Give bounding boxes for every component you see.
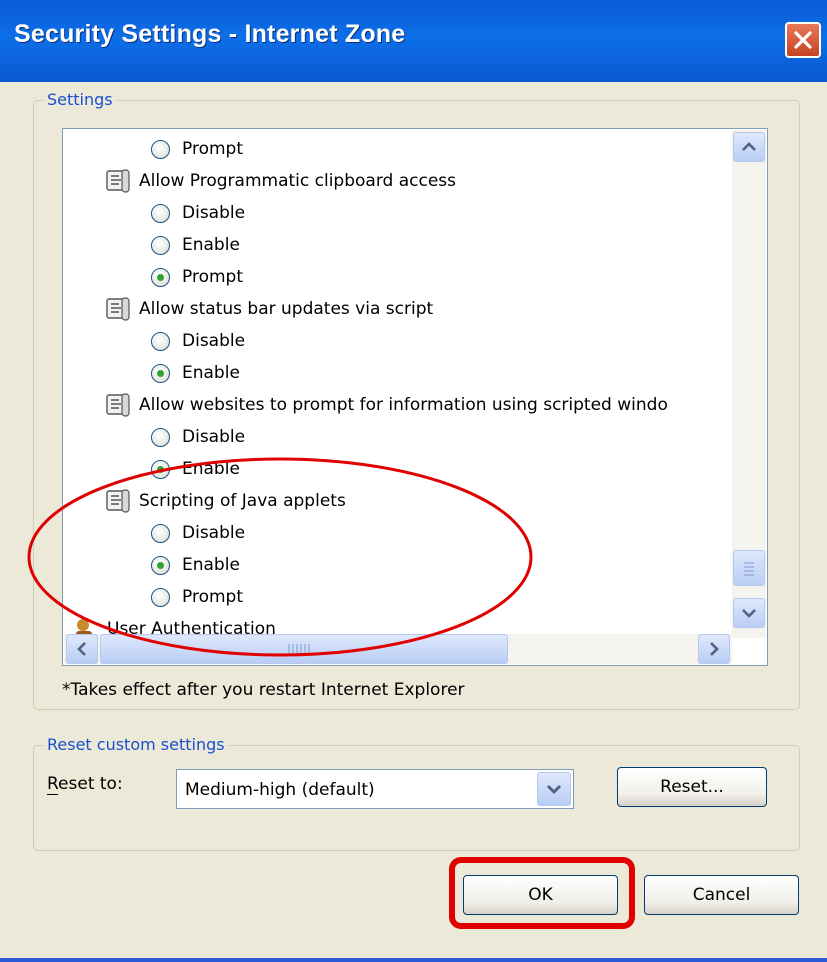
row-label: Prompt xyxy=(182,587,243,607)
horizontal-scroll-thumb[interactable] xyxy=(100,634,508,664)
settings-group-label: Settings xyxy=(43,90,117,109)
radio-checked[interactable] xyxy=(151,267,170,287)
radio-option[interactable]: Disable xyxy=(151,199,245,227)
settings-list[interactable]: Prompt Allow Programmatic clipboard acces… xyxy=(62,128,768,666)
chevron-right-icon xyxy=(710,642,719,656)
settings-scroll-icon xyxy=(103,295,133,323)
row-label: Disable xyxy=(182,427,246,447)
reset-level-dropdown[interactable]: Medium-high (default) xyxy=(176,769,574,809)
row-label: Disable xyxy=(182,203,246,223)
cancel-button[interactable]: Cancel xyxy=(644,875,799,915)
row-label: Enable xyxy=(182,235,240,255)
radio-unchecked[interactable] xyxy=(151,587,170,607)
scroll-left-button[interactable] xyxy=(66,634,98,664)
horizontal-scrollbar[interactable] xyxy=(64,634,732,664)
row-label: Allow status bar updates via script xyxy=(139,299,434,319)
chevron-down-icon xyxy=(742,609,756,618)
restart-note: *Takes effect after you restart Internet… xyxy=(62,680,465,700)
scroll-up-button[interactable] xyxy=(733,132,765,162)
row-label: Allow Programmatic clipboard access xyxy=(139,171,456,191)
dropdown-button[interactable] xyxy=(537,772,571,806)
radio-unchecked[interactable] xyxy=(151,331,170,351)
reset-to-label: Reset to: xyxy=(47,774,123,794)
radio-option[interactable]: Enable xyxy=(151,551,240,579)
window-bottom-border xyxy=(0,958,827,962)
chevron-up-icon xyxy=(742,142,756,151)
cancel-button-label: Cancel xyxy=(692,885,751,905)
radio-option[interactable]: Prompt xyxy=(151,263,243,291)
row-label: Allow websites to prompt for information… xyxy=(139,395,668,415)
radio-option[interactable]: Enable xyxy=(151,359,240,387)
radio-option[interactable]: Enable xyxy=(151,231,240,259)
ok-button[interactable]: OK xyxy=(463,875,618,915)
scroll-down-button[interactable] xyxy=(733,598,765,628)
radio-unchecked[interactable] xyxy=(151,235,170,255)
radio-checked[interactable] xyxy=(151,555,170,575)
settings-scroll-icon xyxy=(103,391,133,419)
setting-heading: Allow Programmatic clipboard access xyxy=(103,167,456,195)
row-label: Enable xyxy=(182,459,240,479)
row-label: Enable xyxy=(182,555,240,575)
row-label: Disable xyxy=(182,523,246,543)
settings-scroll-icon xyxy=(103,167,133,195)
vertical-scrollbar[interactable] xyxy=(732,130,766,638)
row-label: Scripting of Java applets xyxy=(139,491,346,511)
radio-option[interactable]: Disable xyxy=(151,423,245,451)
setting-heading: Scripting of Java applets xyxy=(103,487,346,515)
window-title: Security Settings - Internet Zone xyxy=(14,20,406,48)
radio-checked[interactable] xyxy=(151,363,170,383)
radio-unchecked[interactable] xyxy=(151,139,170,159)
scroll-right-button[interactable] xyxy=(698,634,730,664)
row-label: Disable xyxy=(182,331,246,351)
grip-icon xyxy=(744,562,754,576)
radio-option[interactable]: Prompt xyxy=(151,135,243,163)
setting-heading: Allow websites to prompt for information… xyxy=(103,391,668,419)
chevron-down-icon xyxy=(547,785,561,794)
radio-option[interactable]: Prompt xyxy=(151,583,243,611)
reset-group-label: Reset custom settings xyxy=(43,735,229,754)
reset-button[interactable]: Reset... xyxy=(617,767,767,807)
close-icon xyxy=(794,31,812,49)
radio-option[interactable]: Enable xyxy=(151,455,240,483)
close-button[interactable] xyxy=(785,22,821,58)
row-label: Enable xyxy=(182,363,240,383)
radio-checked[interactable] xyxy=(151,459,170,479)
row-label: Prompt xyxy=(182,267,243,287)
radio-unchecked[interactable] xyxy=(151,523,170,543)
reset-level-value: Medium-high (default) xyxy=(185,780,375,800)
setting-heading: Allow status bar updates via script xyxy=(103,295,433,323)
radio-option[interactable]: Disable xyxy=(151,519,245,547)
reset-button-label: Reset... xyxy=(660,777,724,797)
row-label: Prompt xyxy=(182,139,243,159)
radio-option[interactable]: Disable xyxy=(151,327,245,355)
grip-icon xyxy=(288,644,310,656)
title-bar[interactable]: Security Settings - Internet Zone xyxy=(0,0,827,82)
scroll-thumb[interactable] xyxy=(733,550,765,586)
ok-button-label: OK xyxy=(528,885,553,905)
radio-unchecked[interactable] xyxy=(151,203,170,223)
settings-scroll-icon xyxy=(103,487,133,515)
chevron-left-icon xyxy=(77,642,86,656)
radio-unchecked[interactable] xyxy=(151,427,170,447)
